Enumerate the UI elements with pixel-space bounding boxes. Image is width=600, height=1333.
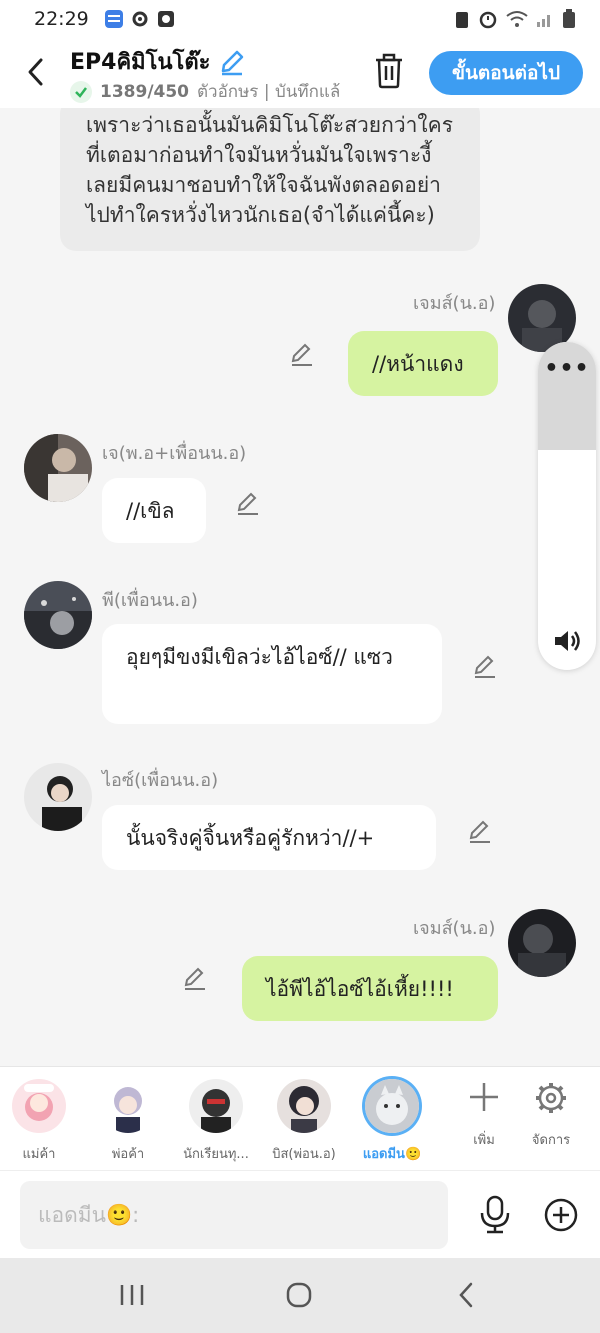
voice-input-button[interactable]	[478, 1195, 512, 1235]
message-sender-name: ไอซ์(เพื่อนน.อ)	[102, 770, 219, 791]
edit-message-icon[interactable]	[235, 490, 261, 516]
status-time: 22:29	[34, 8, 89, 30]
character-avatar	[189, 1079, 243, 1133]
check-icon	[70, 80, 92, 103]
next-step-button[interactable]: ขั้นตอนต่อไป	[429, 51, 583, 95]
character-item-active[interactable]: แอดมีน🙂	[350, 1079, 434, 1164]
narration-bubble[interactable]: เพราะว่าเธอนั้นมันคิมิโนโต๊ะสวยกว่าใคร ท…	[60, 108, 480, 251]
volume-panel[interactable]: •••	[538, 342, 596, 670]
novel-toon-app-icon	[104, 10, 123, 28]
system-back-button[interactable]	[452, 1280, 482, 1310]
battery-icon	[563, 9, 575, 28]
character-avatar	[277, 1079, 331, 1133]
settings-status-icon	[131, 10, 149, 28]
back-button[interactable]	[20, 52, 50, 92]
character-item[interactable]: นักเรียนทุ...	[174, 1079, 258, 1164]
microphone-icon	[480, 1195, 510, 1234]
trash-icon	[376, 53, 402, 89]
delete-button[interactable]	[372, 52, 406, 90]
editor-header: EP4คิมิโนโต๊ะ 1389/450 ตัวอักษร | บันทึก…	[0, 38, 600, 108]
message-sender-name: เจมส์(น.อ)	[413, 918, 496, 939]
avatar-james[interactable]	[508, 909, 576, 977]
message-bubble[interactable]: //หน้าแดง	[348, 331, 498, 396]
message-bubble[interactable]: ไอ้พีไอ้ไอซ์ไอ้เหี้ย!!!!	[242, 956, 498, 1021]
chevron-left-icon	[28, 58, 43, 86]
signal-icon	[537, 15, 550, 27]
message-sender-name: เจมส์(น.อ)	[413, 293, 496, 314]
chevron-left-icon	[459, 1282, 473, 1308]
gear-icon	[536, 1083, 566, 1113]
avatar-j[interactable]	[24, 434, 92, 502]
chat-area: เพราะว่าเธอนั้นมันคิมิโนโต๊ะสวยกว่าใคร ท…	[0, 108, 600, 1066]
edit-message-icon[interactable]	[467, 818, 493, 844]
character-count-suffix: ตัวอักษร | บันทึกแล้	[197, 82, 341, 102]
character-item[interactable]: พ่อค้า	[86, 1079, 170, 1164]
attach-button[interactable]	[543, 1197, 579, 1233]
character-avatar	[101, 1079, 155, 1133]
alarm-icon	[479, 11, 497, 29]
message-sender-name: เจ(พ.อ+เพื่อนน.อ)	[102, 443, 247, 464]
message-input-bar: แอดมีน🙂:	[0, 1170, 600, 1258]
more-options-icon[interactable]: •••	[538, 356, 596, 381]
edit-message-icon[interactable]	[472, 653, 498, 679]
battery-saver-icon	[456, 12, 468, 28]
character-selector-bar: แม่ค้า พ่อค้า นักเรียนทุ... บิส(พ่อน.อ) …	[0, 1066, 600, 1170]
home-button[interactable]	[284, 1280, 314, 1310]
wifi-icon	[506, 11, 528, 27]
status-right-icons	[454, 9, 576, 29]
recent-apps-icon	[120, 1285, 144, 1305]
manage-characters-button[interactable]: จัดการ	[509, 1081, 593, 1150]
character-count: 1389/450	[100, 81, 190, 102]
recent-apps-button[interactable]	[117, 1280, 147, 1310]
edit-message-icon[interactable]	[182, 965, 208, 991]
edit-title-icon	[222, 50, 244, 75]
plus-circle-icon	[544, 1198, 578, 1232]
plus-icon	[470, 1083, 498, 1111]
message-bubble[interactable]: นั้นจริงคู่จิ้นหรือคู่รักหว่า//+	[102, 805, 436, 870]
home-icon	[286, 1282, 312, 1308]
avatar-ice[interactable]	[24, 763, 92, 831]
character-avatar	[12, 1079, 66, 1133]
status-bar: 22:29	[0, 0, 600, 38]
character-item[interactable]: บิส(พ่อน.อ)	[262, 1079, 346, 1164]
message-input[interactable]: แอดมีน🙂:	[20, 1181, 448, 1249]
episode-title[interactable]: EP4คิมิโนโต๊ะ	[70, 44, 246, 79]
message-bubble[interactable]: //เขิล	[102, 478, 206, 543]
system-nav-bar	[0, 1258, 600, 1333]
speaker-icon[interactable]	[553, 628, 583, 654]
screen-record-icon	[157, 10, 175, 28]
avatar-p[interactable]	[24, 581, 92, 649]
message-sender-name: พี(เพื่อนน.อ)	[102, 590, 198, 611]
character-avatar	[365, 1079, 419, 1133]
edit-message-icon[interactable]	[289, 341, 315, 367]
character-item[interactable]: แม่ค้า	[0, 1079, 81, 1164]
save-status: 1389/450 ตัวอักษร | บันทึกแล้	[70, 78, 340, 105]
episode-title-text: EP4คิมิโนโต๊ะ	[70, 50, 211, 75]
message-bubble[interactable]: อุยๆมีขงมีเขิลว่ะไอ้ไอซ์// แซว	[102, 624, 442, 724]
